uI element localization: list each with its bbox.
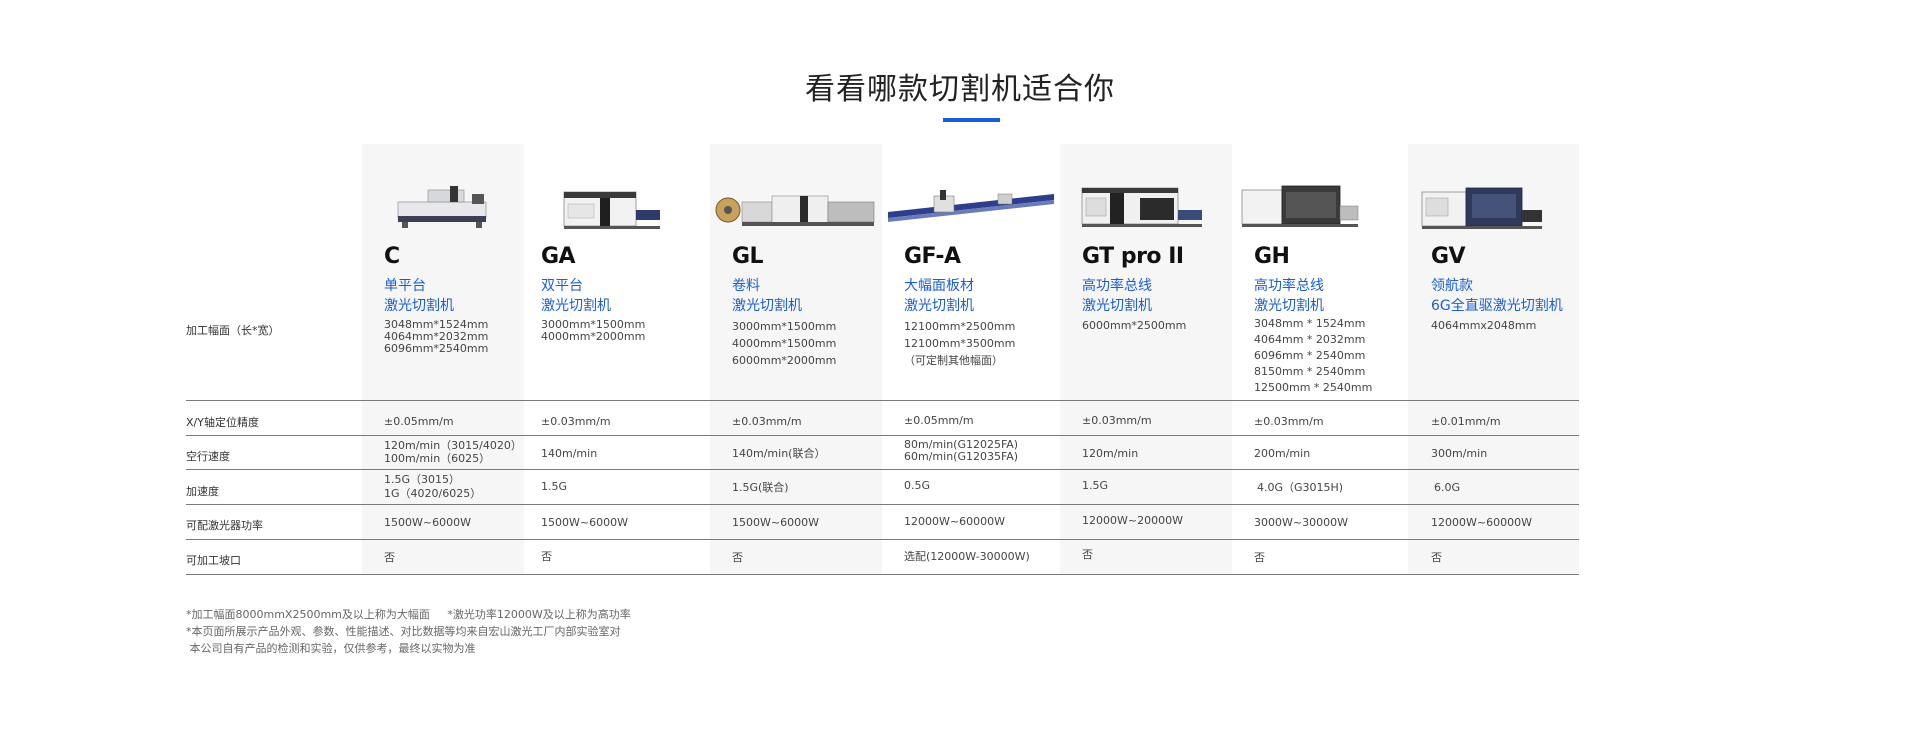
spec-size-gv: 4064mmx2048mm: [1431, 319, 1537, 332]
spec-bevel-gh: 否: [1254, 551, 1265, 564]
model-name-c: C: [384, 244, 400, 269]
page-title: 看看哪款切割机适合你: [805, 72, 1115, 107]
machine-image-gt-pro-ii: [1081, 187, 1202, 227]
spec-power-gv: 12000W~60000W: [1431, 516, 1532, 529]
row-label-speed: 空行速度: [186, 450, 230, 463]
machine-image-ga: [563, 191, 660, 229]
spec-bevel-gf-a: 选配(12000W-30000W): [904, 550, 1030, 563]
spec-accuracy-gv: ±0.01mm/m: [1431, 415, 1501, 428]
spec-size-ga: 3000mm*1500mm 4000mm*2000mm: [541, 318, 646, 343]
spec-size-gf-a: 12100mm*2500mm 12100mm*3500mm （可定制其他幅面）: [904, 320, 1016, 367]
spec-power-gh: 3000W~30000W: [1254, 516, 1348, 529]
row-label-acceleration: 加速度: [186, 485, 219, 498]
row-divider: [186, 400, 1579, 401]
spec-acceleration-gh: 4.0G（G3015H): [1257, 481, 1344, 494]
row-divider: [186, 574, 1579, 575]
spec-bevel-gt-pro-ii: 否: [1082, 548, 1093, 561]
spec-acceleration-gl: 1.5G(联合): [732, 481, 789, 494]
spec-power-gl: 1500W~6000W: [732, 516, 819, 529]
spec-acceleration-gv: 6.0G: [1434, 481, 1461, 494]
spec-accuracy-c: ±0.05mm/m: [384, 415, 454, 428]
spec-accuracy-gf-a: ±0.05mm/m: [904, 414, 974, 427]
model-subtitle-ga: 双平台 激光切割机: [541, 278, 611, 314]
spec-acceleration-gf-a: 0.5G: [904, 479, 931, 492]
model-name-gt-pro-ii: GT pro II: [1082, 244, 1184, 269]
model-name-gf-a: GF-A: [904, 244, 961, 269]
machine-image-gf-a: [888, 190, 1054, 222]
row-divider: [186, 539, 1579, 540]
model-subtitle-gt-pro-ii: 高功率总线 激光切割机: [1082, 278, 1152, 314]
spec-speed-gt-pro-ii: 120m/min: [1082, 447, 1139, 460]
model-name-ga: GA: [541, 244, 576, 269]
spec-accuracy-gl: ±0.03mm/m: [732, 415, 802, 428]
model-name-gl: GL: [732, 244, 764, 269]
machine-image-c: [397, 186, 487, 228]
row-label-accuracy: X/Y轴定位精度: [186, 416, 259, 429]
row-label-power: 可配激光器功率: [186, 519, 263, 532]
spec-power-gt-pro-ii: 12000W~20000W: [1082, 514, 1183, 527]
spec-size-gh: 3048mm * 1524mm 4064mm * 2032mm 6096mm * 2…: [1254, 317, 1373, 394]
spec-bevel-gl: 否: [732, 551, 743, 564]
spec-acceleration-gt-pro-ii: 1.5G: [1082, 479, 1109, 492]
spec-power-ga: 1500W~6000W: [541, 516, 628, 529]
spec-accuracy-ga: ±0.03mm/m: [541, 415, 611, 428]
spec-speed-gv: 300m/min: [1431, 447, 1488, 460]
title-underline: [943, 118, 1000, 122]
footnotes: *加工幅面8000mmX2500mm及以上称为大幅面 *激光功率12000W及以…: [186, 606, 631, 657]
comparison-table: C GA GL GF-A GT pro II GH GV 单平台 激光切割机 双平…: [186, 144, 1579, 575]
spec-power-c: 1500W~6000W: [384, 516, 471, 529]
spec-speed-gh: 200m/min: [1254, 447, 1311, 460]
footnote-line: *本页面所展示产品外观、参数、性能描述、对比数据等均来自宏山激光工厂内部实验室对: [186, 625, 621, 638]
spec-bevel-c: 否: [384, 551, 395, 564]
machine-image-gh: [1241, 185, 1359, 227]
row-divider: [186, 504, 1579, 505]
spec-accuracy-gh: ±0.03mm/m: [1254, 415, 1324, 428]
spec-speed-gf-a: 80m/min(G12025FA) 60m/min(G12035FA): [904, 438, 1019, 463]
row-label-size: 加工幅面（长*宽）: [186, 324, 280, 337]
spec-size-c: 3048mm*1524mm 4064mm*2032mm 6096mm*2540mm: [384, 318, 489, 355]
machine-image-gl: [715, 195, 875, 226]
machine-image-gv: [1421, 187, 1542, 229]
spec-accuracy-gt-pro-ii: ±0.03mm/m: [1082, 414, 1152, 427]
spec-size-gl: 3000mm*1500mm 4000mm*1500mm 6000mm*2000mm: [732, 320, 837, 367]
model-subtitle-c: 单平台 激光切割机: [384, 278, 454, 314]
spec-speed-c: 120m/min（3015/4020） 100m/min（6025）: [384, 439, 522, 465]
spec-power-gf-a: 12000W~60000W: [904, 515, 1005, 528]
row-divider: [186, 469, 1579, 470]
spec-bevel-ga: 否: [541, 550, 552, 563]
model-subtitle-gv: 领航款 6G全直驱激光切割机: [1431, 278, 1563, 314]
spec-speed-ga: 140m/min: [541, 447, 598, 460]
model-name-gh: GH: [1254, 244, 1290, 269]
spec-bevel-gv: 否: [1431, 551, 1442, 564]
row-label-bevel: 可加工坡口: [186, 554, 241, 567]
model-subtitle-gf-a: 大幅面板材 激光切割机: [904, 278, 974, 314]
footnote-line: *加工幅面8000mmX2500mm及以上称为大幅面 *激光功率12000W及以…: [186, 608, 631, 621]
model-subtitle-gh: 高功率总线 激光切割机: [1254, 278, 1324, 314]
model-name-gv: GV: [1431, 244, 1466, 269]
spec-speed-gl: 140m/min(联合）: [732, 447, 826, 460]
model-subtitle-gl: 卷料 激光切割机: [732, 278, 802, 314]
spec-size-gt-pro-ii: 6000mm*2500mm: [1082, 319, 1187, 332]
spec-acceleration-ga: 1.5G: [541, 480, 568, 493]
footnote-line: 本公司自有产品的检测和实验，仅供参考，最终以实物为准: [186, 642, 476, 655]
row-divider: [186, 435, 1579, 436]
spec-acceleration-c: 1.5G（3015） 1G（4020/6025）: [384, 473, 482, 500]
